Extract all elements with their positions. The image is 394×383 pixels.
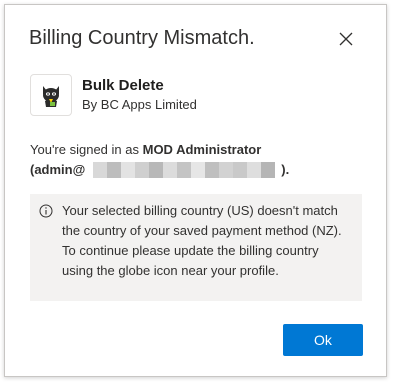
billing-mismatch-dialog: Billing Country Mismatch. Bulk Delete By…: [4, 4, 387, 377]
email-open: (admin@: [30, 162, 86, 177]
info-icon: [39, 204, 53, 218]
redacted-email: [93, 162, 276, 178]
app-icon: [30, 74, 72, 116]
ok-button[interactable]: Ok: [283, 324, 363, 356]
signed-in-user: MOD Administrator: [142, 142, 262, 157]
signed-in-prefix: You're signed in as: [30, 142, 139, 157]
dialog-title: Billing Country Mismatch.: [29, 27, 255, 49]
app-name: Bulk Delete: [82, 77, 164, 94]
notice-text: Your selected billing country (US) doesn…: [62, 203, 342, 278]
billing-notice: Your selected billing country (US) doesn…: [30, 194, 362, 301]
app-publisher: By BC Apps Limited: [82, 97, 197, 112]
email-close: ).: [281, 162, 290, 177]
close-icon[interactable]: [336, 29, 356, 49]
cat-mascot-icon: [43, 86, 59, 107]
signed-in-text: You're signed in as MOD Administrator (a…: [30, 140, 370, 180]
